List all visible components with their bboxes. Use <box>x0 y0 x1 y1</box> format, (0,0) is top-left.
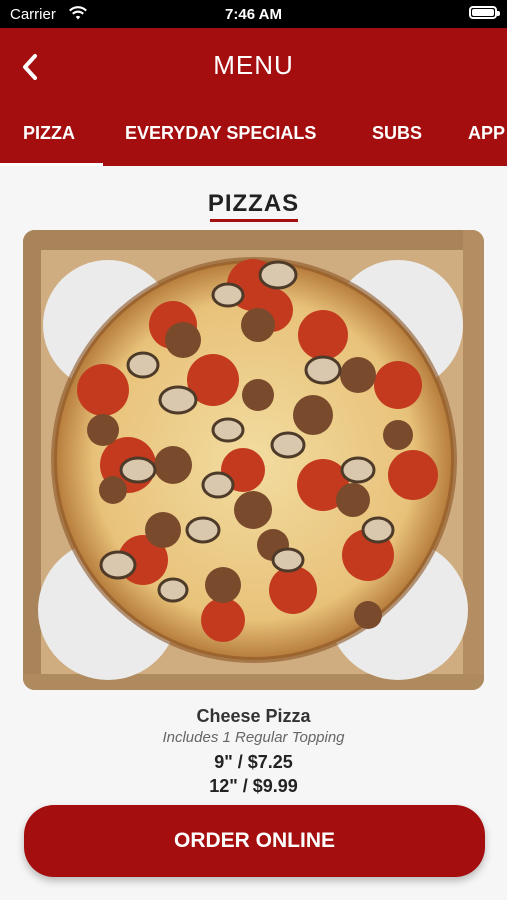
section-underline <box>210 219 298 222</box>
tab-pizza[interactable]: PIZZA <box>23 123 75 144</box>
page-title: MENU <box>213 50 294 80</box>
tab-everyday-specials[interactable]: EVERYDAY SPECIALS <box>125 123 316 144</box>
pizza-photo <box>23 230 484 690</box>
order-online-button[interactable]: ORDER ONLINE <box>24 805 485 877</box>
price-small: 9" / $7.25 <box>214 752 293 772</box>
price-medium: 12" / $9.99 <box>209 776 298 796</box>
item-name: Cheese Pizza <box>196 706 311 726</box>
status-bar: Carrier 7:46 AM <box>0 0 507 28</box>
section-title: PIZZAS <box>207 190 300 217</box>
category-tabs: PIZZA EVERYDAY SPECIALS SUBS APP <box>0 104 507 166</box>
active-tab-indicator <box>0 163 103 166</box>
navigation-bar: MENU <box>0 28 507 104</box>
clock: 7:46 AM <box>225 6 282 23</box>
battery-icon <box>469 6 500 19</box>
item-description: Includes 1 Regular Topping <box>162 729 345 746</box>
tab-appetizers[interactable]: APP <box>468 123 505 144</box>
tab-subs[interactable]: SUBS <box>372 123 422 144</box>
